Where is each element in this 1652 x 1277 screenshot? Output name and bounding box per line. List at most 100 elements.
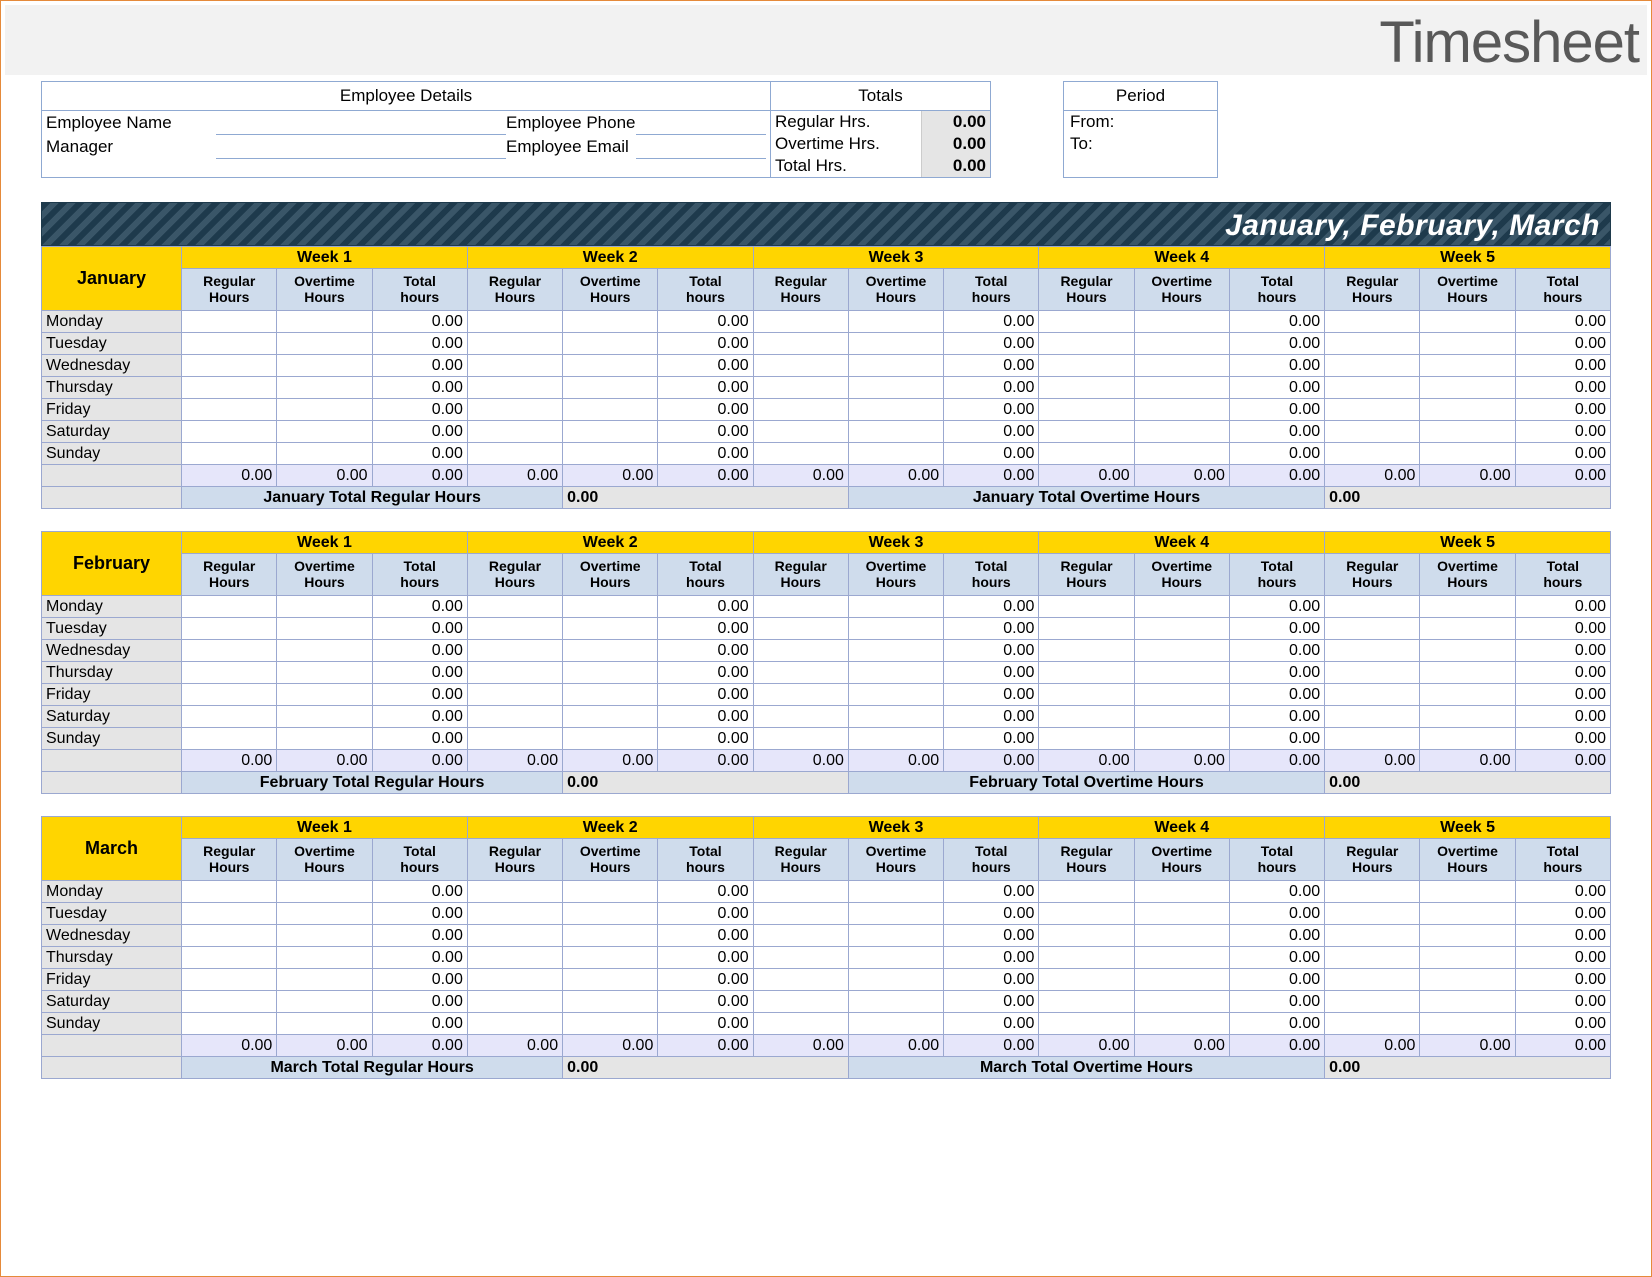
hours-cell[interactable] bbox=[1039, 662, 1134, 684]
hours-cell[interactable] bbox=[1039, 311, 1134, 333]
hours-cell[interactable] bbox=[563, 333, 658, 355]
hours-cell[interactable] bbox=[1420, 596, 1515, 618]
hours-cell[interactable] bbox=[563, 596, 658, 618]
hours-cell[interactable] bbox=[1134, 969, 1229, 991]
hours-cell[interactable] bbox=[1134, 596, 1229, 618]
hours-cell[interactable] bbox=[563, 947, 658, 969]
hours-cell[interactable] bbox=[467, 640, 562, 662]
hours-cell[interactable] bbox=[753, 596, 848, 618]
hours-cell[interactable] bbox=[1325, 311, 1420, 333]
hours-cell[interactable] bbox=[182, 706, 277, 728]
hours-cell[interactable] bbox=[848, 311, 943, 333]
hours-cell[interactable] bbox=[1325, 881, 1420, 903]
hours-cell[interactable] bbox=[277, 1013, 372, 1035]
hours-cell[interactable] bbox=[563, 903, 658, 925]
hours-cell[interactable] bbox=[1420, 706, 1515, 728]
hours-cell[interactable] bbox=[182, 377, 277, 399]
manager-input[interactable] bbox=[216, 137, 506, 159]
hours-cell[interactable] bbox=[1134, 421, 1229, 443]
hours-cell[interactable] bbox=[1325, 969, 1420, 991]
hours-cell[interactable] bbox=[1420, 728, 1515, 750]
hours-cell[interactable] bbox=[563, 925, 658, 947]
hours-cell[interactable] bbox=[1134, 355, 1229, 377]
hours-cell[interactable] bbox=[563, 881, 658, 903]
hours-cell[interactable] bbox=[848, 881, 943, 903]
hours-cell[interactable] bbox=[753, 377, 848, 399]
hours-cell[interactable] bbox=[753, 421, 848, 443]
hours-cell[interactable] bbox=[1420, 640, 1515, 662]
hours-cell[interactable] bbox=[1325, 421, 1420, 443]
hours-cell[interactable] bbox=[753, 969, 848, 991]
hours-cell[interactable] bbox=[563, 443, 658, 465]
hours-cell[interactable] bbox=[563, 684, 658, 706]
hours-cell[interactable] bbox=[1325, 596, 1420, 618]
hours-cell[interactable] bbox=[1039, 925, 1134, 947]
hours-cell[interactable] bbox=[1325, 925, 1420, 947]
hours-cell[interactable] bbox=[1420, 311, 1515, 333]
hours-cell[interactable] bbox=[753, 991, 848, 1013]
hours-cell[interactable] bbox=[563, 969, 658, 991]
hours-cell[interactable] bbox=[753, 903, 848, 925]
hours-cell[interactable] bbox=[1039, 377, 1134, 399]
hours-cell[interactable] bbox=[1134, 618, 1229, 640]
hours-cell[interactable] bbox=[753, 1013, 848, 1035]
hours-cell[interactable] bbox=[1134, 1013, 1229, 1035]
hours-cell[interactable] bbox=[182, 947, 277, 969]
hours-cell[interactable] bbox=[467, 596, 562, 618]
hours-cell[interactable] bbox=[848, 333, 943, 355]
hours-cell[interactable] bbox=[277, 640, 372, 662]
hours-cell[interactable] bbox=[182, 311, 277, 333]
hours-cell[interactable] bbox=[467, 881, 562, 903]
hours-cell[interactable] bbox=[467, 728, 562, 750]
hours-cell[interactable] bbox=[467, 421, 562, 443]
hours-cell[interactable] bbox=[563, 1013, 658, 1035]
hours-cell[interactable] bbox=[1134, 991, 1229, 1013]
hours-cell[interactable] bbox=[277, 662, 372, 684]
hours-cell[interactable] bbox=[848, 640, 943, 662]
hours-cell[interactable] bbox=[848, 903, 943, 925]
hours-cell[interactable] bbox=[848, 355, 943, 377]
hours-cell[interactable] bbox=[848, 947, 943, 969]
hours-cell[interactable] bbox=[753, 355, 848, 377]
hours-cell[interactable] bbox=[753, 728, 848, 750]
hours-cell[interactable] bbox=[1325, 618, 1420, 640]
hours-cell[interactable] bbox=[848, 596, 943, 618]
hours-cell[interactable] bbox=[753, 925, 848, 947]
hours-cell[interactable] bbox=[1134, 662, 1229, 684]
hours-cell[interactable] bbox=[563, 728, 658, 750]
hours-cell[interactable] bbox=[848, 399, 943, 421]
hours-cell[interactable] bbox=[1325, 399, 1420, 421]
hours-cell[interactable] bbox=[848, 991, 943, 1013]
hours-cell[interactable] bbox=[563, 991, 658, 1013]
hours-cell[interactable] bbox=[1325, 1013, 1420, 1035]
hours-cell[interactable] bbox=[1420, 684, 1515, 706]
hours-cell[interactable] bbox=[1420, 925, 1515, 947]
hours-cell[interactable] bbox=[848, 969, 943, 991]
hours-cell[interactable] bbox=[1420, 881, 1515, 903]
hours-cell[interactable] bbox=[563, 377, 658, 399]
employee-phone-input[interactable] bbox=[636, 113, 766, 135]
hours-cell[interactable] bbox=[467, 1013, 562, 1035]
hours-cell[interactable] bbox=[1325, 903, 1420, 925]
hours-cell[interactable] bbox=[848, 706, 943, 728]
hours-cell[interactable] bbox=[277, 706, 372, 728]
hours-cell[interactable] bbox=[1039, 728, 1134, 750]
hours-cell[interactable] bbox=[753, 881, 848, 903]
hours-cell[interactable] bbox=[1134, 925, 1229, 947]
hours-cell[interactable] bbox=[182, 596, 277, 618]
hours-cell[interactable] bbox=[1039, 596, 1134, 618]
hours-cell[interactable] bbox=[182, 969, 277, 991]
hours-cell[interactable] bbox=[182, 684, 277, 706]
hours-cell[interactable] bbox=[848, 684, 943, 706]
hours-cell[interactable] bbox=[277, 443, 372, 465]
hours-cell[interactable] bbox=[1134, 399, 1229, 421]
hours-cell[interactable] bbox=[753, 311, 848, 333]
hours-cell[interactable] bbox=[563, 706, 658, 728]
hours-cell[interactable] bbox=[1134, 443, 1229, 465]
hours-cell[interactable] bbox=[753, 684, 848, 706]
hours-cell[interactable] bbox=[277, 947, 372, 969]
hours-cell[interactable] bbox=[848, 618, 943, 640]
hours-cell[interactable] bbox=[1134, 903, 1229, 925]
hours-cell[interactable] bbox=[1325, 443, 1420, 465]
hours-cell[interactable] bbox=[277, 881, 372, 903]
